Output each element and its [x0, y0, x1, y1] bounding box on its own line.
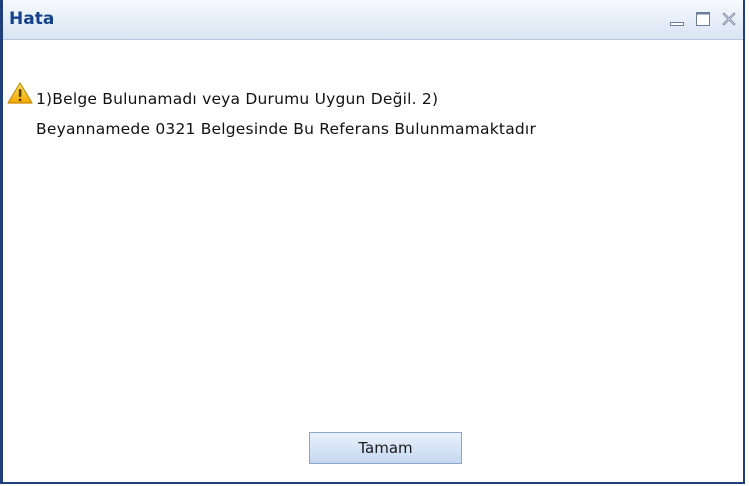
minimize-button[interactable]	[665, 8, 689, 30]
maximize-button[interactable]	[691, 8, 715, 30]
dialog-titlebar[interactable]: Hata	[3, 0, 743, 40]
close-icon	[722, 12, 736, 26]
warning-icon	[7, 82, 33, 104]
close-button[interactable]	[717, 8, 741, 30]
dialog-title: Hata	[9, 9, 55, 29]
minimize-icon	[670, 22, 684, 26]
window-controls	[665, 8, 741, 30]
error-message: 1)Belge Bulunamadı veya Durumu Uygun Değ…	[36, 90, 537, 138]
ok-button[interactable]: Tamam	[309, 432, 462, 464]
maximize-icon	[696, 12, 710, 26]
error-dialog: Hata 1)Belge Bulunamadı veya Durumu Uygu…	[0, 0, 745, 484]
